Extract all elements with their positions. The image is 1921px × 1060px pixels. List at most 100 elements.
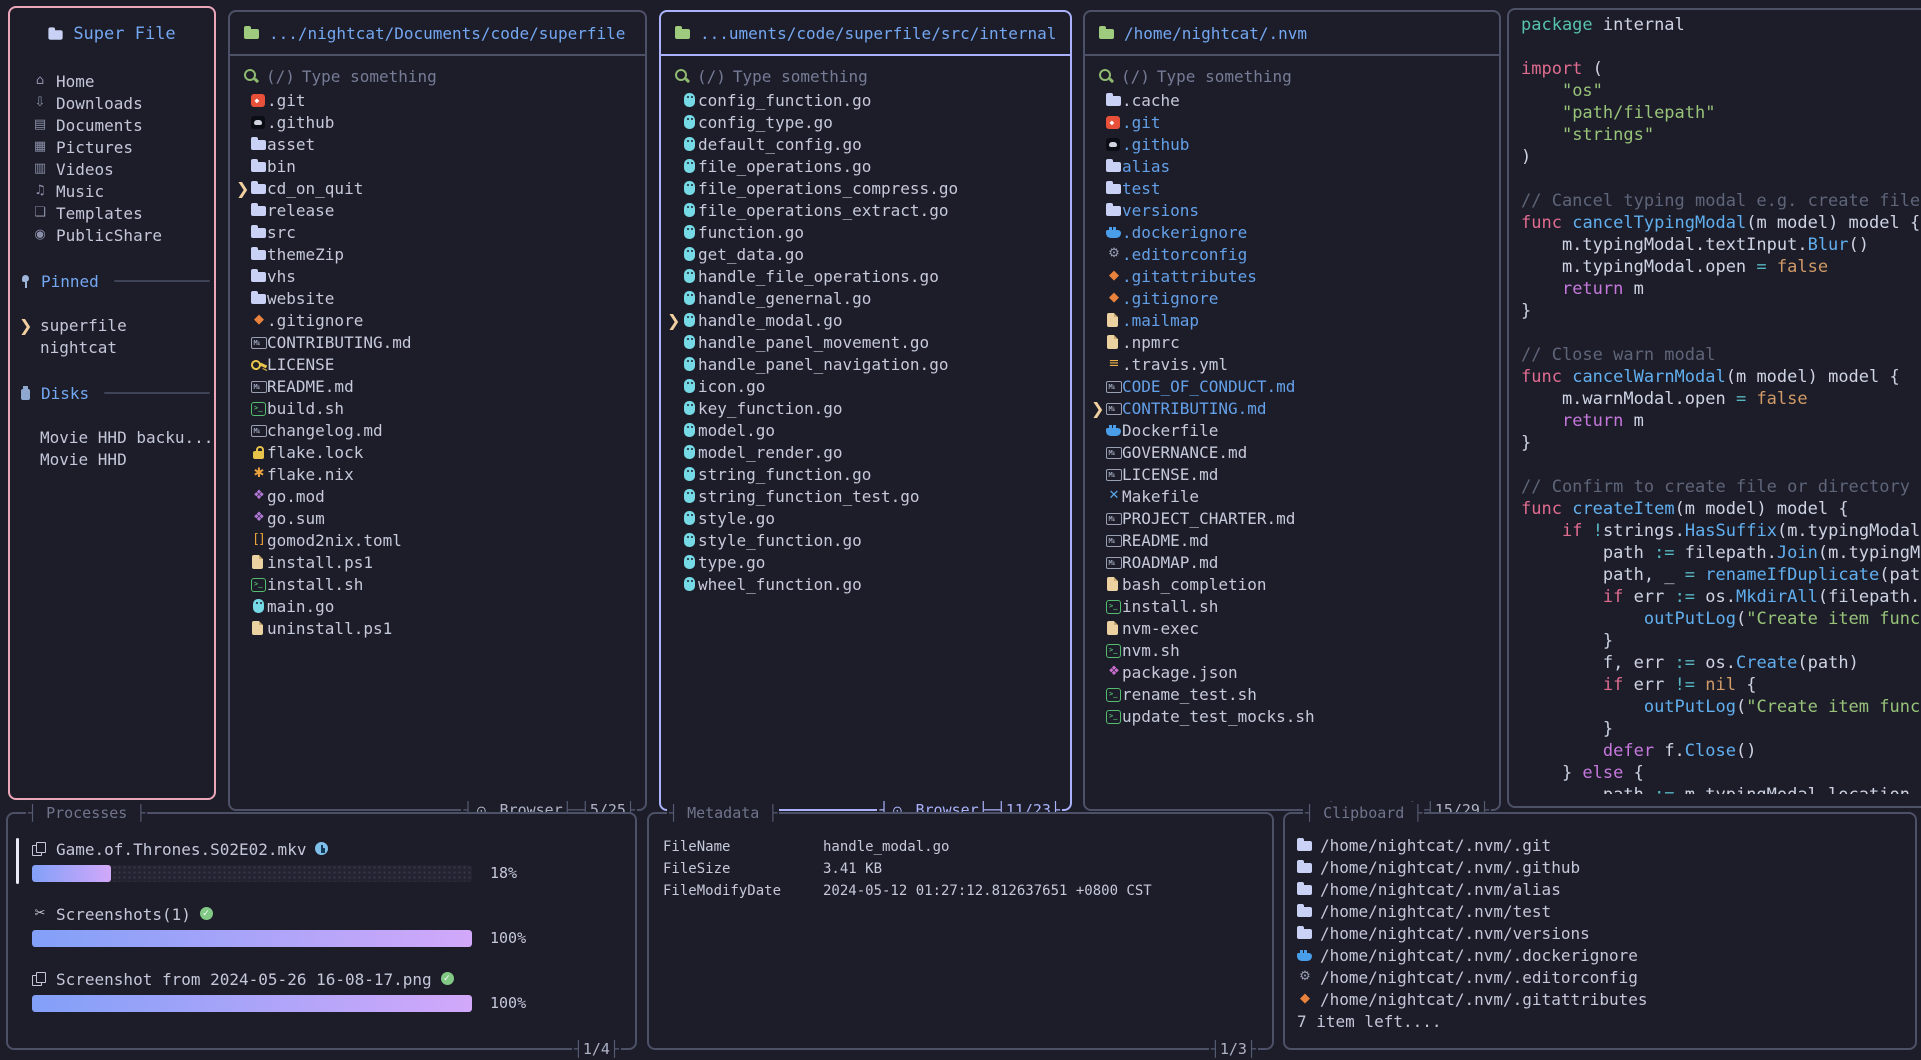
file-row[interactable]: release bbox=[230, 199, 645, 221]
file-row[interactable]: ❖package.json bbox=[1085, 661, 1499, 683]
file-row[interactable]: rename_test.sh bbox=[1085, 683, 1499, 705]
file-row[interactable]: bash_completion bbox=[1085, 573, 1499, 595]
file-row[interactable]: string_function.go bbox=[661, 463, 1070, 485]
file-row[interactable]: file_operations_extract.go bbox=[661, 199, 1070, 221]
search-input[interactable]: (/) Type something bbox=[674, 65, 1064, 87]
file-row[interactable]: ❯CONTRIBUTING.md bbox=[1085, 397, 1499, 419]
file-row[interactable]: .github bbox=[1085, 133, 1499, 155]
file-row[interactable]: .cache bbox=[1085, 89, 1499, 111]
sidebar-item-templates[interactable]: ❏Templates bbox=[10, 202, 214, 224]
file-row[interactable]: alias bbox=[1085, 155, 1499, 177]
file-row[interactable]: wheel_function.go bbox=[661, 573, 1070, 595]
file-row[interactable]: ◆.gitignore bbox=[1085, 287, 1499, 309]
file-row[interactable]: .npmrc bbox=[1085, 331, 1499, 353]
file-row[interactable]: bin bbox=[230, 155, 645, 177]
pinned-superfile[interactable]: ❯superfile bbox=[10, 314, 214, 336]
disk-movie-hhd[interactable]: Movie HHD bbox=[10, 448, 214, 470]
file-panel-2-focused: ...uments/code/superfile/src/internal (/… bbox=[659, 10, 1072, 811]
file-row[interactable]: ◆.gitignore bbox=[230, 309, 645, 331]
file-row[interactable]: src bbox=[230, 221, 645, 243]
file-row[interactable]: website bbox=[230, 287, 645, 309]
file-row[interactable]: GOVERNANCE.md bbox=[1085, 441, 1499, 463]
file-row[interactable]: uninstall.ps1 bbox=[230, 617, 645, 639]
disk-movie-hhd-backu-[interactable]: Movie HHD backu... bbox=[10, 426, 214, 448]
file-row[interactable]: config_type.go bbox=[661, 111, 1070, 133]
sidebar-item-videos[interactable]: ▥Videos bbox=[10, 158, 214, 180]
file-row[interactable]: ❯cd_on_quit bbox=[230, 177, 645, 199]
file-row[interactable]: type.go bbox=[661, 551, 1070, 573]
file-row[interactable]: get_data.go bbox=[661, 243, 1070, 265]
file-row[interactable]: PROJECT_CHARTER.md bbox=[1085, 507, 1499, 529]
file-row[interactable]: file_operations_compress.go bbox=[661, 177, 1070, 199]
superfile-logo-folder-icon bbox=[49, 26, 64, 41]
file-name: config_function.go bbox=[698, 91, 871, 110]
sidebar-item-publicshare[interactable]: ◉PublicShare bbox=[10, 224, 214, 246]
file-row[interactable]: main.go bbox=[230, 595, 645, 617]
file-row[interactable]: update_test_mocks.sh bbox=[1085, 705, 1499, 727]
file-row[interactable]: .git bbox=[230, 89, 645, 111]
file-row[interactable]: ⚙.editorconfig bbox=[1085, 243, 1499, 265]
file-type-icon: ✱ bbox=[251, 466, 267, 482]
file-type-icon bbox=[251, 290, 267, 306]
file-row[interactable]: .dockerignore bbox=[1085, 221, 1499, 243]
file-row[interactable]: ❯handle_modal.go bbox=[661, 309, 1070, 331]
file-row[interactable]: handle_genernal.go bbox=[661, 287, 1070, 309]
file-row[interactable]: versions bbox=[1085, 199, 1499, 221]
file-row[interactable]: ✱flake.nix bbox=[230, 463, 645, 485]
file-type-icon bbox=[251, 136, 267, 152]
file-row[interactable]: ROADMAP.md bbox=[1085, 551, 1499, 573]
file-row[interactable]: README.md bbox=[1085, 529, 1499, 551]
sidebar-item-pictures[interactable]: ▦Pictures bbox=[10, 136, 214, 158]
file-row[interactable]: file_operations.go bbox=[661, 155, 1070, 177]
file-row[interactable]: install.sh bbox=[1085, 595, 1499, 617]
file-row[interactable]: .git bbox=[1085, 111, 1499, 133]
file-row[interactable]: handle_file_operations.go bbox=[661, 265, 1070, 287]
file-row[interactable]: CODE_OF_CONDUCT.md bbox=[1085, 375, 1499, 397]
file-row[interactable]: model.go bbox=[661, 419, 1070, 441]
file-row[interactable]: ❖go.mod bbox=[230, 485, 645, 507]
file-row[interactable]: []gomod2nix.toml bbox=[230, 529, 645, 551]
sidebar-item-documents[interactable]: ▤Documents bbox=[10, 114, 214, 136]
file-row[interactable]: ◆.gitattributes bbox=[1085, 265, 1499, 287]
file-row[interactable]: .github bbox=[230, 111, 645, 133]
file-row[interactable]: Dockerfile bbox=[1085, 419, 1499, 441]
file-row[interactable]: vhs bbox=[230, 265, 645, 287]
file-row[interactable]: nvm.sh bbox=[1085, 639, 1499, 661]
file-row[interactable]: ❖go.sum bbox=[230, 507, 645, 529]
pinned-nightcat[interactable]: nightcat bbox=[10, 336, 214, 358]
file-row[interactable]: changelog.md bbox=[230, 419, 645, 441]
file-row[interactable]: ✕Makefile bbox=[1085, 485, 1499, 507]
file-row[interactable]: flake.lock bbox=[230, 441, 645, 463]
file-row[interactable]: style.go bbox=[661, 507, 1070, 529]
search-input[interactable]: (/) Type something bbox=[1098, 65, 1493, 87]
app-title-row: Super File bbox=[10, 24, 214, 44]
file-row[interactable]: string_function_test.go bbox=[661, 485, 1070, 507]
file-row[interactable]: .mailmap bbox=[1085, 309, 1499, 331]
file-row[interactable]: function.go bbox=[661, 221, 1070, 243]
file-row[interactable]: ≡.travis.yml bbox=[1085, 353, 1499, 375]
file-row[interactable]: themeZip bbox=[230, 243, 645, 265]
sidebar-item-downloads[interactable]: ⇩Downloads bbox=[10, 92, 214, 114]
sidebar-item-music[interactable]: ♫Music bbox=[10, 180, 214, 202]
file-row[interactable]: style_function.go bbox=[661, 529, 1070, 551]
file-row[interactable]: build.sh bbox=[230, 397, 645, 419]
file-row[interactable]: config_function.go bbox=[661, 89, 1070, 111]
file-row[interactable]: handle_panel_navigation.go bbox=[661, 353, 1070, 375]
file-row[interactable]: LICENSE bbox=[230, 353, 645, 375]
file-row[interactable]: install.ps1 bbox=[230, 551, 645, 573]
file-row[interactable]: CONTRIBUTING.md bbox=[230, 331, 645, 353]
file-row[interactable]: test bbox=[1085, 177, 1499, 199]
file-row[interactable]: install.sh bbox=[230, 573, 645, 595]
file-row[interactable]: default_config.go bbox=[661, 133, 1070, 155]
scrollbar[interactable] bbox=[16, 838, 19, 884]
file-row[interactable]: handle_panel_movement.go bbox=[661, 331, 1070, 353]
file-row[interactable]: README.md bbox=[230, 375, 645, 397]
search-input[interactable]: (/) Type something bbox=[243, 65, 639, 87]
file-row[interactable]: nvm-exec bbox=[1085, 617, 1499, 639]
file-row[interactable]: LICENSE.md bbox=[1085, 463, 1499, 485]
file-row[interactable]: model_render.go bbox=[661, 441, 1070, 463]
file-row[interactable]: key_function.go bbox=[661, 397, 1070, 419]
file-row[interactable]: icon.go bbox=[661, 375, 1070, 397]
file-row[interactable]: asset bbox=[230, 133, 645, 155]
sidebar-item-home[interactable]: ⌂Home bbox=[10, 70, 214, 92]
